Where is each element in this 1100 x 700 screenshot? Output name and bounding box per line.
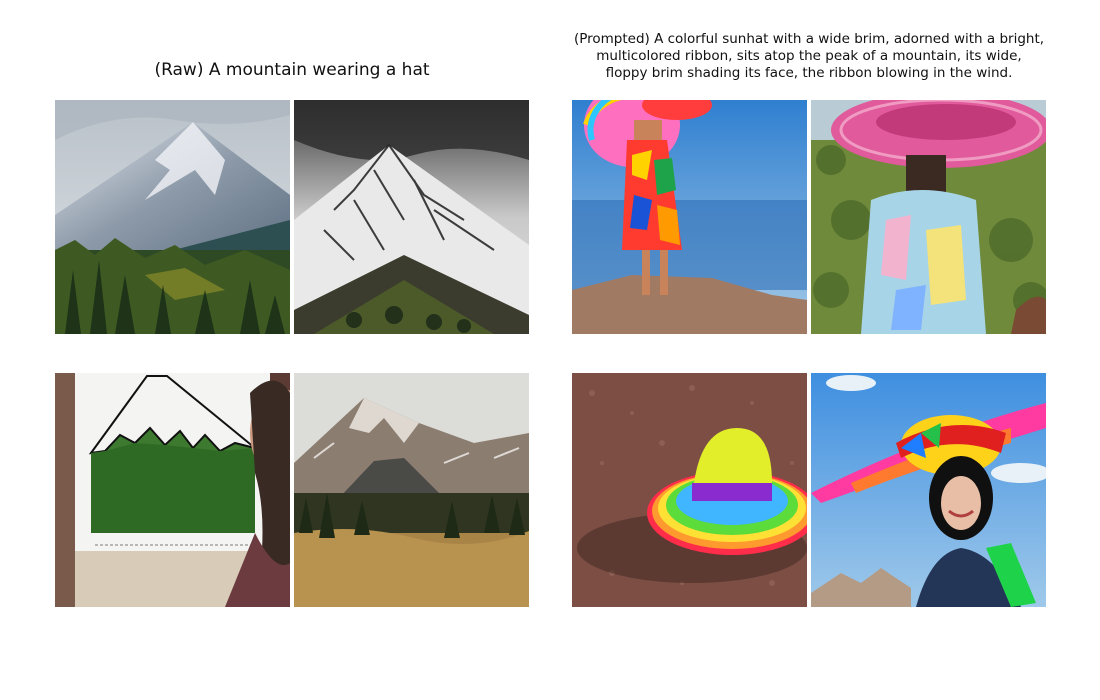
prompted-panel-title: (Prompted) A colorful sunhat with a wide…: [560, 31, 1058, 82]
raw-image-peak-with-dark-cone: [294, 373, 529, 607]
prompted-title-line: multicolored ribbon, sits atop the peak …: [596, 47, 1022, 64]
prompted-title-line: floppy brim shading its face, the ribbon…: [605, 64, 1013, 81]
raw-panel-title: (Raw) A mountain wearing a hat: [154, 60, 430, 80]
prompted-title-line: (Prompted) A colorful sunhat with a wide…: [573, 31, 1045, 47]
raw-image-mountain-drawing: [55, 373, 290, 607]
prompted-image-woman-sunhat-cliff: [572, 100, 807, 334]
raw-image-bw-peak: [294, 100, 529, 334]
raw-image-snowy-peak-forest: [55, 100, 290, 334]
prompted-image-pink-sunhat-person: [811, 100, 1046, 334]
prompted-image-rainbow-hat-ground: [572, 373, 807, 607]
prompted-image-woman-rainbow-sunhat: [811, 373, 1046, 607]
